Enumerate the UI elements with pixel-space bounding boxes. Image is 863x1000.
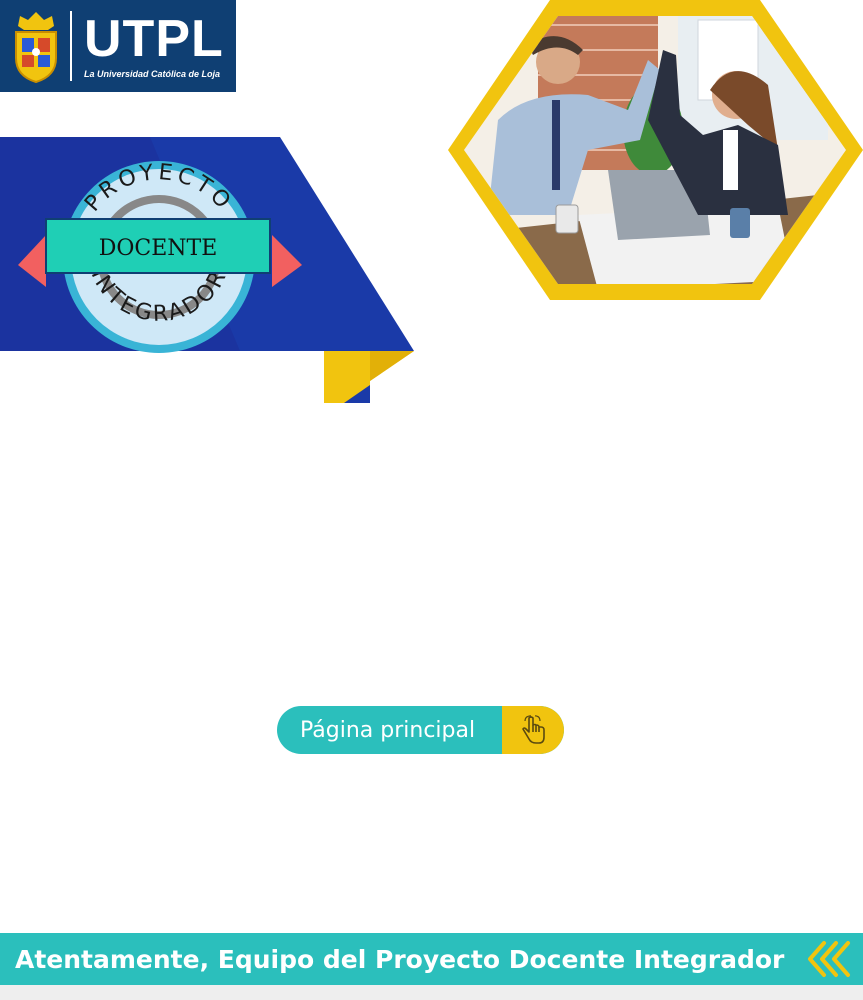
main-page-button[interactable]: Página principal: [277, 706, 564, 754]
bottom-strip: [0, 985, 863, 1000]
team-photo: [448, 0, 863, 300]
utpl-logo: UTPL La Universidad Católica de Loja: [0, 0, 236, 92]
badge-center: DOCENTE: [99, 236, 218, 261]
pointing-hand-icon: [502, 706, 564, 754]
logo-tagline: La Universidad Católica de Loja: [84, 69, 221, 79]
footer-bar: Atentamente, Equipo del Proyecto Docente…: [0, 933, 863, 985]
double-chevron-left-icon: [808, 941, 850, 977]
project-banner: PROYECTO INTEGRADOR DOCENTE: [0, 137, 414, 403]
university-crest-icon: [15, 12, 57, 84]
main-page-button-label: Página principal: [300, 717, 476, 743]
footer-message: Atentamente, Equipo del Proyecto Docente…: [15, 944, 785, 974]
logo-divider: [70, 11, 72, 81]
logo-name: UTPL: [84, 10, 224, 68]
